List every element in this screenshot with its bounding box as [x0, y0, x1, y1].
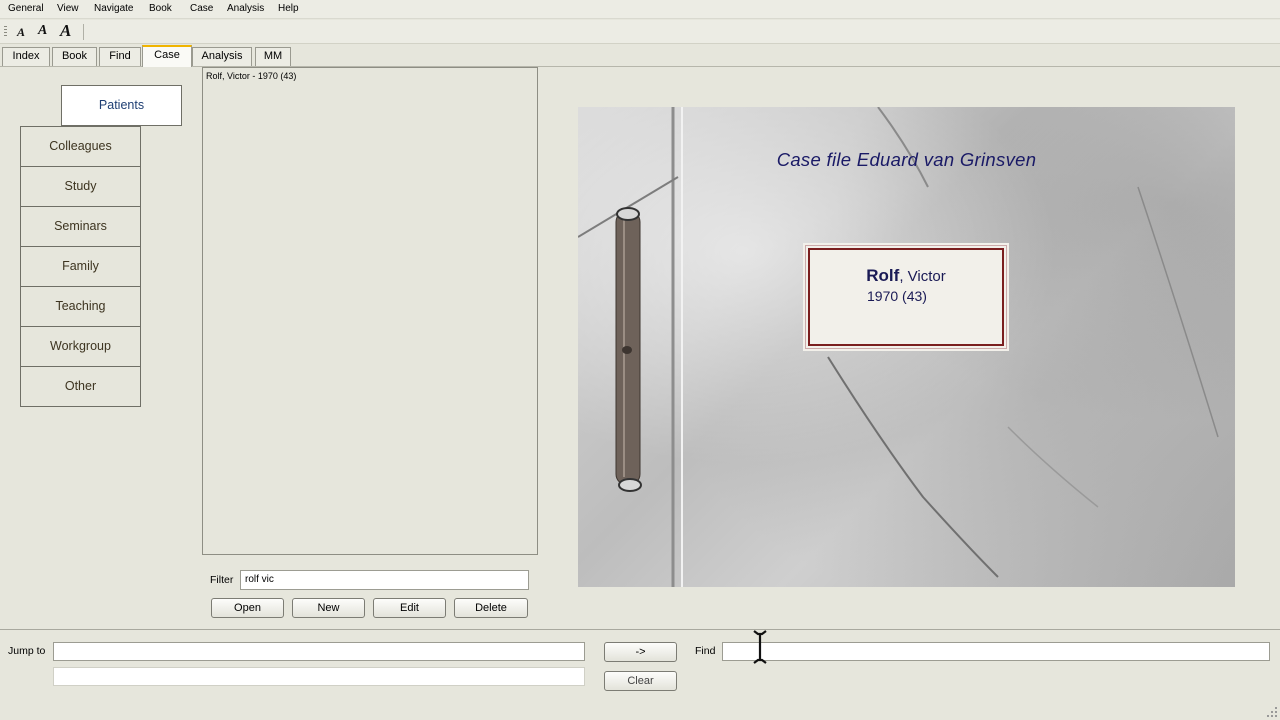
edit-button[interactable]: Edit: [373, 598, 446, 618]
menu-analysis[interactable]: Analysis: [227, 3, 264, 14]
menu-bar: General View Navigate Book Case Analysis…: [0, 0, 1280, 19]
patient-list[interactable]: Rolf, Victor - 1970 (43): [202, 67, 538, 555]
tab-book[interactable]: Book: [52, 47, 97, 66]
label-patient-name: Rolf, Victor: [810, 266, 1002, 286]
toolbar: A A A: [0, 20, 1280, 44]
find-input[interactable]: [722, 642, 1270, 661]
category-study[interactable]: Study: [20, 166, 141, 207]
category-colleagues[interactable]: Colleagues: [20, 126, 141, 167]
label-given-name: , Victor: [899, 268, 946, 285]
category-seminars[interactable]: Seminars: [20, 206, 141, 247]
resize-grip-icon[interactable]: [1266, 706, 1278, 718]
patient-list-item[interactable]: Rolf, Victor - 1970 (43): [206, 71, 296, 81]
case-file-title: Case file Eduard van Grinsven: [776, 149, 1037, 170]
tab-mm[interactable]: MM: [255, 47, 291, 66]
cover-texture: [578, 107, 1219, 587]
rivet-bottom-icon: [618, 478, 642, 492]
tab-case[interactable]: Case: [142, 45, 192, 67]
menu-case[interactable]: Case: [190, 3, 213, 14]
font-small-button[interactable]: A: [17, 25, 25, 40]
find-label: Find: [695, 645, 716, 657]
go-button[interactable]: ->: [604, 642, 677, 662]
tab-bar: Index Book Find Case Analysis MM: [0, 45, 1280, 67]
jump-to-label: Jump to: [8, 645, 46, 657]
open-button[interactable]: Open: [211, 598, 284, 618]
clear-button[interactable]: Clear: [604, 671, 677, 691]
font-medium-button[interactable]: A: [38, 23, 47, 39]
menu-general[interactable]: General: [8, 3, 44, 14]
category-family[interactable]: Family: [20, 246, 141, 287]
tab-analysis[interactable]: Analysis: [192, 47, 252, 66]
jump-to-results[interactable]: [53, 667, 585, 686]
toolbar-separator: [83, 24, 84, 40]
filter-input[interactable]: rolf vic: [240, 570, 529, 590]
rivet-top-icon: [616, 207, 640, 221]
category-workgroup[interactable]: Workgroup: [20, 326, 141, 367]
category-other[interactable]: Other: [20, 366, 141, 407]
tab-index[interactable]: Index: [2, 47, 50, 66]
label-birth-year: 1970 (43): [867, 288, 927, 304]
menu-view[interactable]: View: [57, 3, 79, 14]
label-surname: Rolf: [866, 266, 900, 285]
font-large-button[interactable]: A: [60, 21, 71, 41]
text-cursor-icon: [753, 630, 767, 664]
delete-button[interactable]: Delete: [454, 598, 528, 618]
category-patients[interactable]: Patients: [61, 85, 182, 126]
jump-to-input[interactable]: [53, 642, 585, 661]
new-button[interactable]: New: [292, 598, 365, 618]
toolbar-grip[interactable]: [4, 26, 7, 38]
case-file-cover: Case file Eduard van Grinsven Rolf, Vict…: [578, 107, 1235, 587]
menu-book[interactable]: Book: [149, 3, 172, 14]
menu-help[interactable]: Help: [278, 3, 299, 14]
case-file-label: Rolf, Victor 1970 (43): [805, 245, 1007, 349]
menu-navigate[interactable]: Navigate: [94, 3, 133, 14]
filter-label: Filter: [210, 574, 234, 586]
tab-find[interactable]: Find: [99, 47, 141, 66]
category-teaching[interactable]: Teaching: [20, 286, 141, 327]
